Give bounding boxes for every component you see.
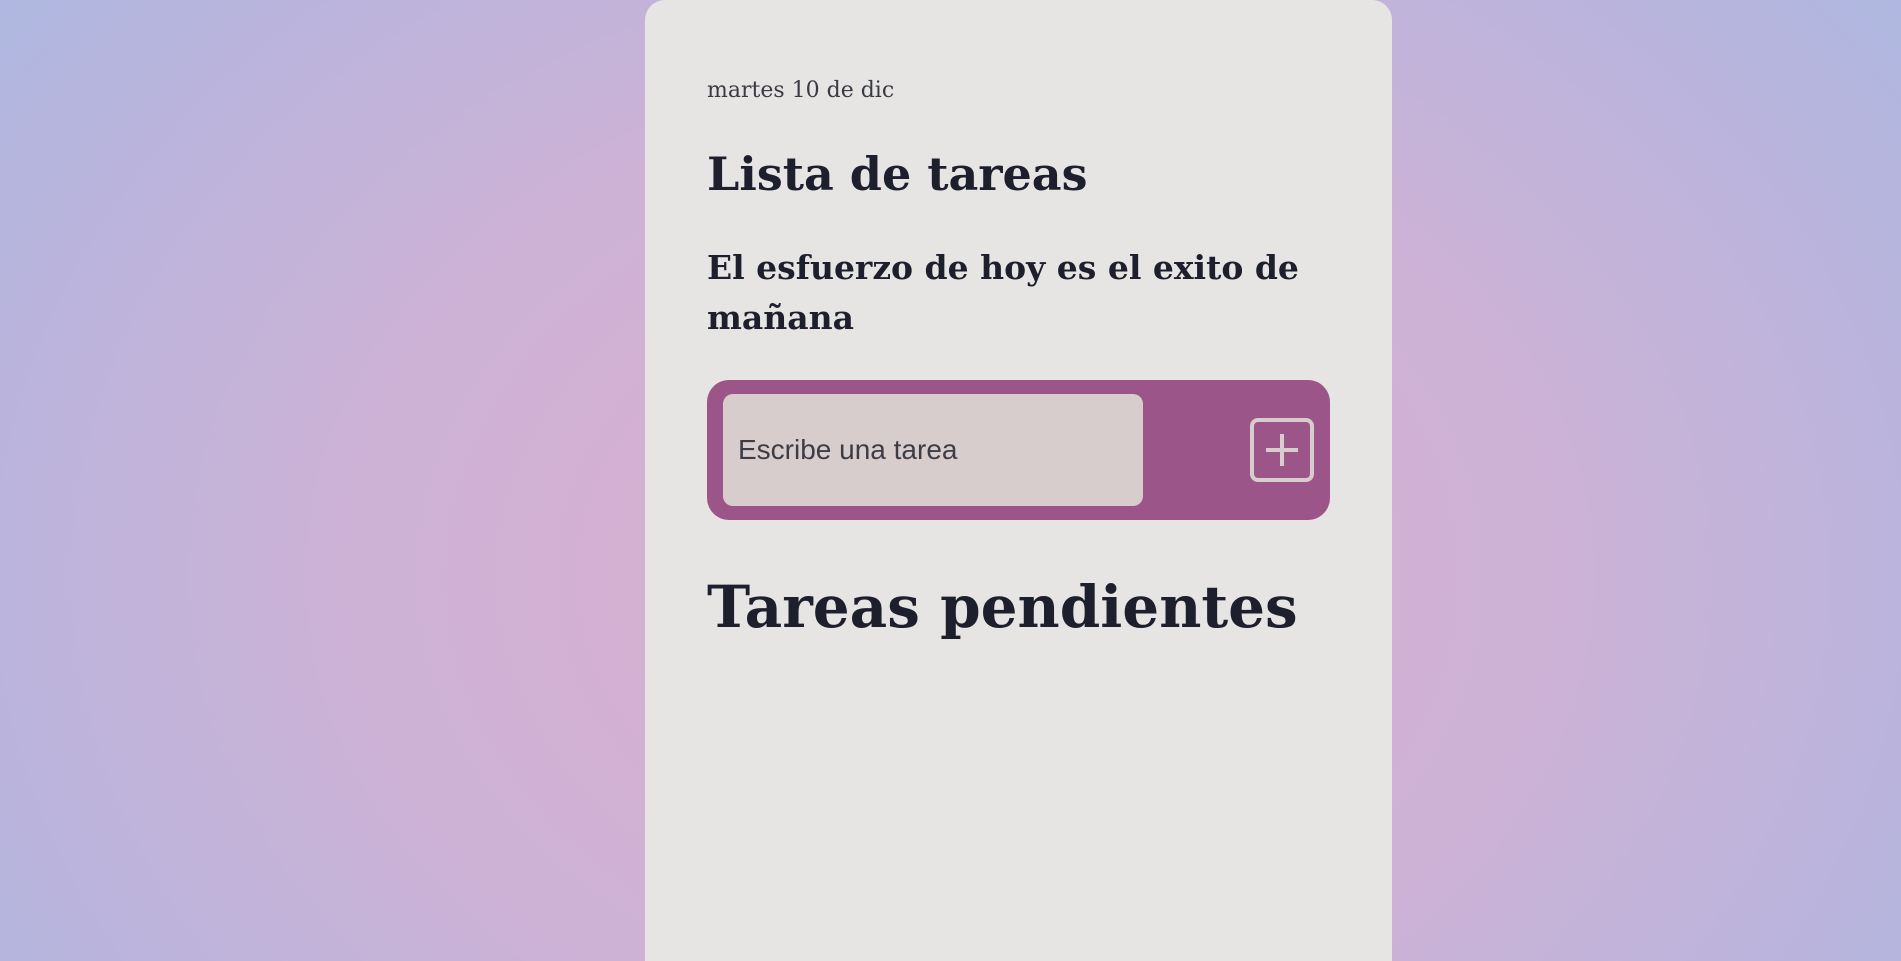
todo-card: martes 10 de dic Lista de tareas El esfu…: [645, 0, 1392, 961]
plus-icon: [1266, 434, 1298, 466]
add-task-form: [707, 380, 1330, 520]
task-input[interactable]: [723, 394, 1143, 506]
motivational-quote: El esfuerzo de hoy es el exito de mañana: [707, 248, 1299, 337]
page-title: Lista de tareas: [707, 147, 1088, 201]
add-task-button[interactable]: [1250, 418, 1314, 482]
current-date: martes 10 de dic: [707, 78, 895, 103]
pending-tasks-title: Tareas pendientes: [707, 573, 1298, 641]
